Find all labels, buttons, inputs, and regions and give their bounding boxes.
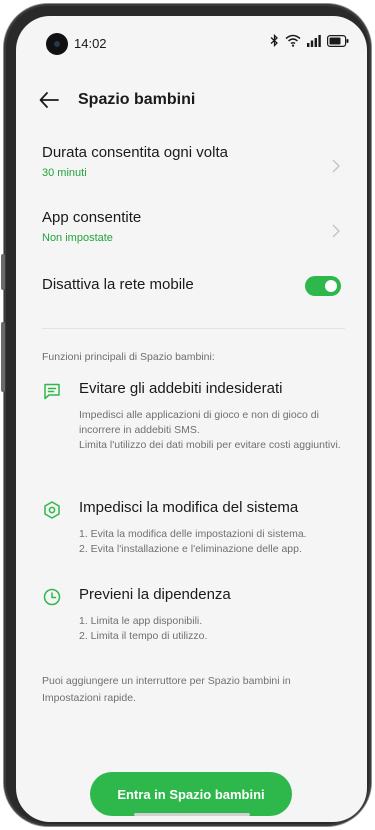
feature-item: Evitare gli addebiti indesiderati Impedi… [42,380,351,472]
side-button [1,322,5,392]
feature-desc-line: 2. Evita l'installazione e l'eliminazion… [79,543,302,555]
setting-allowed-apps-label: App consentite [42,209,142,226]
setting-allowed-apps[interactable]: App consentite Non impostate [42,209,349,255]
setting-allowed-apps-value: Non impostate [42,232,113,244]
quick-settings-note: Puoi aggiungere un interruttore per Spaz… [42,675,291,704]
feature-title: Evitare gli addebiti indesiderati [79,380,283,397]
status-time: 14:02 [74,36,107,51]
app-header: Spazio bambini [16,82,367,118]
setting-duration[interactable]: Durata consentita ogni volta 30 minuti [42,144,349,190]
feature-item: Previeni la dipendenza 1. Limita le app … [42,586,351,646]
feature-desc: 1. Evita la modifica delle impostazioni … [79,527,351,557]
status-icons [270,34,349,47]
front-camera [46,33,68,55]
clock-icon [43,588,61,606]
mobile-data-toggle[interactable] [305,276,341,296]
features-heading: Funzioni principali di Spazio bambini: [42,351,215,363]
signal-icon [307,34,321,47]
volume-button [1,254,5,290]
home-indicator[interactable] [134,813,250,816]
enter-kids-space-button[interactable]: Entra in Spazio bambini [90,772,292,816]
wifi-icon [285,34,301,47]
feature-desc-line: 2. Limita il tempo di utilizzo. [79,630,208,642]
screen: 14:02 Spazio bambini Durata consentita o… [16,16,367,822]
feature-item: Impedisci la modifica del sistema 1. Evi… [42,499,351,559]
feature-desc-line: Impedisci alle applicazioni di gioco e n… [79,409,319,436]
back-arrow-icon[interactable] [38,90,60,110]
feature-desc-line: 1. Evita la modifica delle impostazioni … [79,528,307,540]
feature-desc-line: 1. Limita le app disponibili. [79,615,203,627]
setting-duration-value: 30 minuti [42,167,87,179]
chevron-right-icon [332,224,340,238]
message-icon [44,383,60,400]
divider [42,328,345,329]
setting-duration-label: Durata consentita ogni volta [42,144,228,161]
page-title: Spazio bambini [78,91,196,108]
shield-icon [44,501,60,519]
setting-mobile-data: Disattiva la rete mobile [42,276,349,300]
feature-desc: Impedisci alle applicazioni di gioco e n… [79,408,351,453]
bluetooth-icon [270,34,278,47]
status-bar: 14:02 [16,16,367,60]
setting-mobile-data-label: Disattiva la rete mobile [42,276,194,293]
feature-desc-line: Limita l'utilizzo dei dati mobili per ev… [79,439,341,451]
chevron-right-icon [332,159,340,173]
feature-title: Previeni la dipendenza [79,586,231,603]
feature-desc: 1. Limita le app disponibili. 2. Limita … [79,614,351,644]
toggle-knob [325,280,337,292]
battery-icon [327,34,349,47]
phone-frame: 14:02 Spazio bambini Durata consentita o… [1,4,371,826]
feature-title: Impedisci la modifica del sistema [79,499,299,516]
